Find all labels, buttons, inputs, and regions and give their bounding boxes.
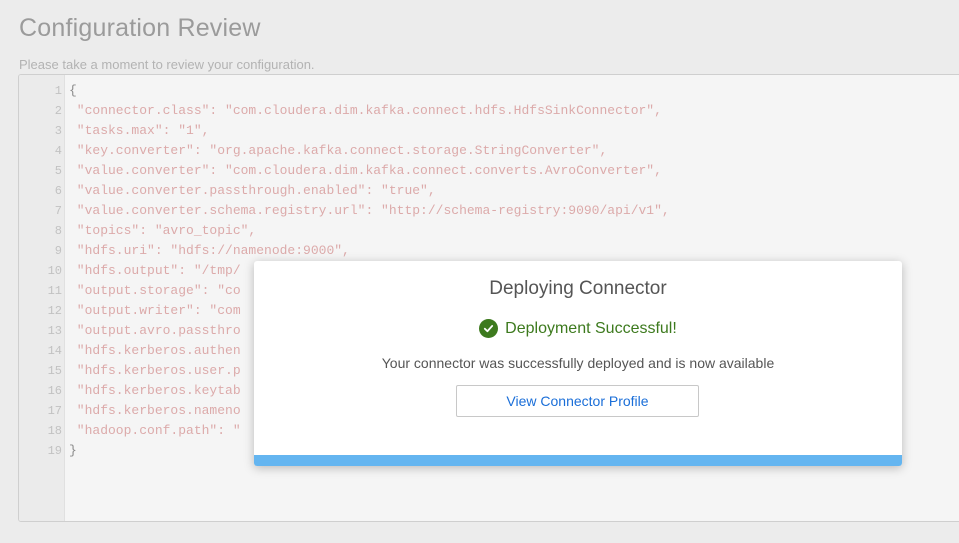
line-text: "hadoop.conf.path": "	[69, 423, 241, 438]
configuration-review-page: Configuration Review Please take a momen…	[0, 0, 959, 543]
line-number: 1	[54, 84, 62, 98]
line-text: "tasks.max": "1",	[69, 123, 210, 138]
code-line: 6 "value.converter.passthrough.enabled":…	[19, 181, 670, 201]
line-number: 7	[54, 204, 62, 218]
line-text: "key.converter": "org.apache.kafka.conne…	[69, 143, 608, 158]
code-line: 4 "key.converter": "org.apache.kafka.con…	[19, 141, 670, 161]
line-number: 2	[54, 104, 62, 118]
line-number: 8	[54, 224, 62, 238]
line-text: "output.storage": "co	[69, 283, 241, 298]
line-number: 15	[47, 364, 62, 378]
line-number: 18	[47, 424, 62, 438]
deployment-progress-bar	[254, 455, 902, 466]
page-subtitle: Please take a moment to review your conf…	[19, 57, 315, 72]
code-line: 7 "value.converter.schema.registry.url":…	[19, 201, 670, 221]
line-number: 6	[54, 184, 62, 198]
status-row: Deployment Successful!	[254, 319, 902, 338]
line-text: }	[69, 443, 77, 458]
page-title: Configuration Review	[19, 14, 261, 42]
code-line: 5 "value.converter": "com.cloudera.dim.k…	[19, 161, 670, 181]
line-text: "hdfs.output": "/tmp/	[69, 263, 241, 278]
code-line: 9 "hdfs.uri": "hdfs://namenode:9000",	[19, 241, 670, 261]
progress-fill	[254, 455, 902, 466]
code-line: 1{	[19, 81, 670, 101]
line-text: "value.converter": "com.cloudera.dim.kaf…	[69, 163, 662, 178]
line-number: 12	[47, 304, 62, 318]
line-text: "output.avro.passthro	[69, 323, 241, 338]
line-text: "hdfs.kerberos.user.p	[69, 363, 241, 378]
modal-title: Deploying Connector	[489, 278, 667, 299]
line-text: "output.writer": "com	[69, 303, 241, 318]
code-line: 8 "topics": "avro_topic",	[19, 221, 670, 241]
line-text: "value.converter.passthrough.enabled": "…	[69, 183, 436, 198]
line-number: 9	[54, 244, 62, 258]
line-text: "topics": "avro_topic",	[69, 223, 257, 238]
deployment-status: Deployment Successful!	[505, 319, 677, 337]
line-text: "hdfs.kerberos.keytab	[69, 383, 241, 398]
line-number: 10	[47, 264, 62, 278]
line-text: "hdfs.uri": "hdfs://namenode:9000",	[69, 243, 350, 258]
check-circle-icon	[479, 319, 499, 338]
line-number: 14	[47, 344, 62, 358]
line-number: 11	[47, 284, 62, 298]
line-text: {	[69, 83, 77, 98]
code-line: 2 "connector.class": "com.cloudera.dim.k…	[19, 101, 670, 121]
code-line: 3 "tasks.max": "1",	[19, 121, 670, 141]
line-number: 13	[47, 324, 62, 338]
deploy-modal: Deploying Connector Deployment Successfu…	[254, 261, 902, 466]
line-number: 5	[54, 164, 62, 178]
line-text: "connector.class": "com.cloudera.dim.kaf…	[69, 103, 662, 118]
line-number: 4	[54, 144, 62, 158]
line-number: 16	[47, 384, 62, 398]
line-text: "hdfs.kerberos.nameno	[69, 403, 241, 418]
line-text: "value.converter.schema.registry.url": "…	[69, 203, 670, 218]
deployment-message: Your connector was successfully deployed…	[381, 355, 775, 371]
view-connector-profile-button[interactable]: View Connector Profile	[456, 385, 699, 417]
line-number: 19	[47, 444, 62, 458]
line-text: "hdfs.kerberos.authen	[69, 343, 241, 358]
line-number: 3	[54, 124, 62, 138]
line-number: 17	[47, 404, 62, 418]
